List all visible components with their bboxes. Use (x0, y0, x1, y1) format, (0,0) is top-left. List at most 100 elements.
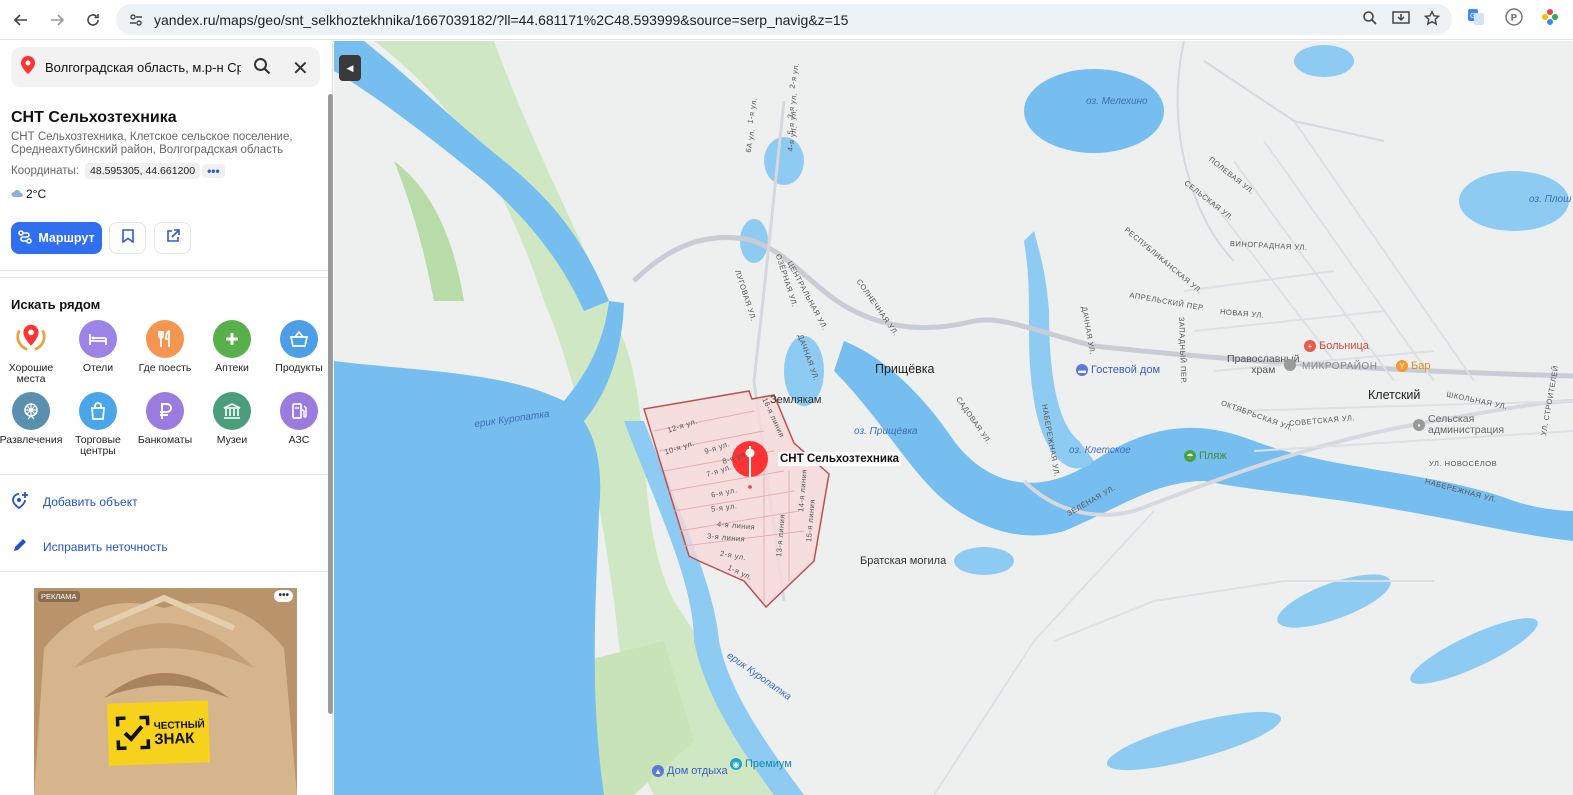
divider (0, 571, 332, 572)
bar-icon: Y (1396, 360, 1408, 372)
water-label: оз. Мелехино (1086, 96, 1148, 107)
place-title: СНТ Сельхозтехника (11, 109, 177, 126)
collapse-panel-button[interactable]: ◀ (339, 55, 361, 81)
bookmark-button[interactable] (109, 222, 146, 254)
ad-brand-tag: ЧЕСТНЫЙ ЗНАК (106, 700, 211, 766)
gas-station-icon (280, 392, 318, 430)
back-icon[interactable] (4, 4, 38, 36)
url-text[interactable]: yandex.ru/maps/geo/snt_selkhoztekhnika/1… (154, 12, 848, 28)
nearby-food[interactable]: Где поесть (132, 320, 198, 374)
pencil-icon (11, 536, 29, 557)
bookmark-icon (121, 228, 134, 248)
place-label: Землякам (770, 394, 822, 406)
advertisement-banner[interactable]: РЕКЛАМА ••• ЧЕСТНЫЙ ЗНАК (34, 588, 297, 795)
reload-icon[interactable] (76, 4, 110, 36)
admin-icon: ▪ (1413, 419, 1425, 431)
bed-icon: ▬ (1076, 364, 1088, 376)
nearby-groceries[interactable]: Продукты (266, 320, 332, 374)
nearby-entertainment[interactable]: Развлечения (0, 392, 64, 446)
search-box[interactable]: Волгоградская область, м.р-н Среднеахтуб… (11, 47, 320, 87)
search-icon[interactable] (253, 57, 271, 80)
poi-rest-house[interactable]: ▲ Дом отдыха (652, 765, 728, 777)
water-label: оз. Прищёвка (854, 426, 918, 437)
map-canvas[interactable]: ◀ СНТ Сельхозтехника Прищёвка Клетский З… (334, 41, 1573, 795)
beach-icon: ☂ (1184, 450, 1196, 462)
address-bar[interactable]: yandex.ru/maps/geo/snt_selkhoztekhnika/1… (116, 4, 1452, 35)
divider (0, 474, 332, 475)
poi-administration[interactable]: ▪ Сельская администрация (1413, 414, 1504, 436)
pharmacy-icon (213, 320, 251, 358)
zoom-icon[interactable] (1362, 10, 1378, 31)
street-label: УЛ. НОВОСЁЛОВ (1429, 459, 1498, 468)
forward-icon[interactable] (40, 4, 74, 36)
town-label: Клетский (1368, 388, 1421, 402)
close-icon[interactable]: ✕ (292, 56, 309, 81)
poi-beach[interactable]: ☂ Пляж (1184, 450, 1227, 462)
coordinates-row: Координаты: 48.595305, 44.661200 ••• (11, 163, 225, 179)
poi-hospital[interactable]: + Больница (1304, 340, 1369, 352)
route-icon (18, 229, 33, 247)
location-pin-icon (21, 55, 35, 79)
ad-more-button[interactable]: ••• (274, 590, 293, 602)
water-label: оз. Клетское (1069, 445, 1131, 456)
place-address: СНТ Сельхозтехника, Клетское сельское по… (11, 131, 293, 156)
add-object-link[interactable]: Добавить объект (11, 491, 138, 512)
add-location-icon (11, 491, 29, 512)
church-icon (1284, 359, 1296, 371)
entertainment-icon (12, 392, 50, 430)
coordinates-value[interactable]: 48.595305, 44.661200 (84, 163, 201, 179)
cloud-icon (11, 187, 23, 201)
translate-extension-icon[interactable]: G (1467, 8, 1485, 26)
museum-icon (213, 392, 251, 430)
place-label: Братская могила (860, 555, 947, 567)
extension-p-icon[interactable]: P (1505, 8, 1523, 26)
extension-flower-icon[interactable] (1541, 8, 1559, 26)
fix-error-link[interactable]: Исправить неточность (11, 536, 168, 557)
poi-bar[interactable]: Y Бар (1396, 360, 1430, 372)
ad-label: РЕКЛАМА (38, 591, 80, 602)
bookmark-star-icon[interactable] (1423, 9, 1441, 31)
search-input[interactable]: Волгоградская область, м.р-н Среднеахтуб… (45, 60, 241, 75)
marker-label[interactable]: СНТ Сельхозтехника (778, 452, 902, 466)
poi-guest-house[interactable]: ▬ Гостевой дом (1076, 364, 1160, 376)
rest-house-icon: ▲ (652, 765, 664, 777)
weather: 2°C (11, 187, 46, 201)
mall-icon (79, 392, 117, 430)
town-label: Прищёвка (875, 362, 935, 376)
hospital-icon: + (1304, 340, 1316, 352)
svg-text:P: P (1511, 14, 1518, 24)
panel-scrollbar[interactable] (328, 94, 333, 714)
share-icon (166, 228, 180, 248)
nearby-gas-stations[interactable]: АЗС (266, 392, 332, 446)
premium-icon: ◉ (730, 758, 742, 770)
share-button[interactable] (154, 222, 191, 254)
coordinates-more-button[interactable]: ••• (202, 164, 225, 178)
good-places-icon (12, 320, 50, 358)
food-icon (146, 320, 184, 358)
nearby-title: Искать рядом (11, 297, 101, 312)
browser-toolbar: yandex.ru/maps/geo/snt_selkhoztekhnika/1… (0, 0, 1573, 40)
poi-premium[interactable]: ◉ Премиум (730, 758, 792, 770)
water-label: оз. Плош (1529, 194, 1572, 205)
ad-shirt-image (34, 588, 297, 795)
weather-temp: 2°C (26, 187, 47, 201)
place-panel: Волгоградская область, м.р-н Среднеахтуб… (0, 41, 333, 795)
install-app-icon[interactable] (1392, 10, 1410, 31)
nearby-pharmacies[interactable]: Аптеки (199, 320, 265, 374)
route-button[interactable]: Маршрут (11, 222, 102, 254)
nearby-good-places[interactable]: Хорошие места (0, 320, 64, 385)
site-settings-icon[interactable] (122, 12, 150, 28)
hotel-icon (79, 320, 117, 358)
coordinates-label: Координаты: (11, 165, 79, 177)
groceries-icon (280, 320, 318, 358)
nearby-malls[interactable]: Торговые центры (65, 392, 131, 457)
nearby-museums[interactable]: Музеи (199, 392, 265, 446)
atm-icon (146, 392, 184, 430)
nearby-atms[interactable]: Банкоматы (132, 392, 198, 446)
checkmark-frame-icon (115, 715, 151, 752)
nearby-hotels[interactable]: Отели (65, 320, 131, 374)
route-label: Маршрут (38, 231, 95, 245)
district-label: МИКРОРАЙОН (1302, 361, 1378, 372)
divider (0, 277, 332, 278)
divider (0, 270, 332, 271)
